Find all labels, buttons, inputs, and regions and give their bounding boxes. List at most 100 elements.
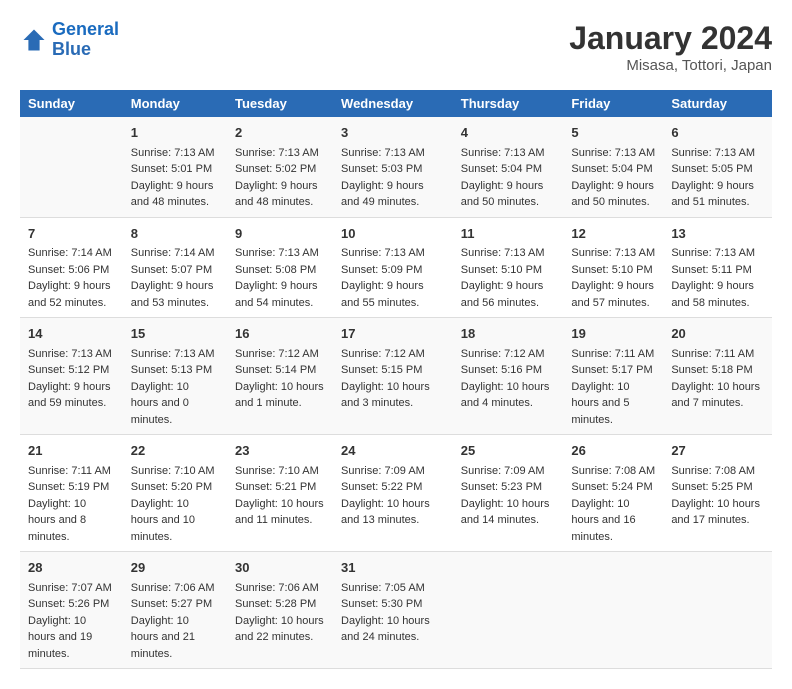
sunset-text: Sunset: 5:10 PM <box>571 262 655 279</box>
cell-w3-d3: 16Sunrise: 7:12 AMSunset: 5:14 PMDayligh… <box>227 318 333 435</box>
day-number: 18 <box>461 324 556 344</box>
day-number: 26 <box>571 441 655 461</box>
daylight-text: Daylight: 10 hours and 21 minutes. <box>131 613 219 663</box>
logo: General Blue <box>20 20 119 60</box>
sunset-text: Sunset: 5:01 PM <box>131 161 219 178</box>
daylight-text: Daylight: 10 hours and 14 minutes. <box>461 496 556 529</box>
calendar-title: January 2024 <box>569 20 772 57</box>
sunset-text: Sunset: 5:09 PM <box>341 262 445 279</box>
cell-w3-d7: 20 Sunrise: 7:11 AMSunset: 5:18 PMDayligh… <box>663 318 772 435</box>
daylight-text: Daylight: 10 hours and 17 minutes. <box>671 496 764 529</box>
daylight-text: Daylight: 10 hours and 22 minutes. <box>235 613 325 646</box>
sunrise-text: Sunrise: 7:06 AM <box>131 580 219 597</box>
sunset-text: Sunset: 5:06 PM <box>28 262 115 279</box>
calendar-header: Sunday Monday Tuesday Wednesday Thursday… <box>20 90 772 117</box>
sunrise-text: Sunrise: 7:11 AM <box>671 346 764 363</box>
sunset-text: Sunset: 5:16 PM <box>461 362 556 379</box>
sunrise-text: Sunrise: 7:14 AM <box>28 245 115 262</box>
cell-w3-d2: 15Sunrise: 7:13 AMSunset: 5:13 PMDayligh… <box>123 318 227 435</box>
daylight-text: Daylight: 9 hours and 59 minutes. <box>28 379 115 412</box>
daylight-text: Daylight: 9 hours and 58 minutes. <box>671 278 764 311</box>
sunset-text: Sunset: 5:25 PM <box>671 479 764 496</box>
day-number: 20 <box>671 324 764 344</box>
daylight-text: Daylight: 10 hours and 24 minutes. <box>341 613 445 646</box>
header: General Blue January 2024 Misasa, Tottor… <box>20 20 772 74</box>
daylight-text: Daylight: 10 hours and 11 minutes. <box>235 496 325 529</box>
sunrise-text: Sunrise: 7:08 AM <box>571 463 655 480</box>
sunrise-text: Sunrise: 7:05 AM <box>341 580 445 597</box>
sunrise-text: Sunrise: 7:13 AM <box>571 245 655 262</box>
sunset-text: Sunset: 5:04 PM <box>461 161 556 178</box>
daylight-text: Daylight: 9 hours and 48 minutes. <box>235 178 325 211</box>
sunset-text: Sunset: 5:27 PM <box>131 596 219 613</box>
cell-w1-d6: 5Sunrise: 7:13 AMSunset: 5:04 PMDaylight… <box>563 117 663 217</box>
cell-w1-d7: 6Sunrise: 7:13 AMSunset: 5:05 PMDaylight… <box>663 117 772 217</box>
day-number: 3 <box>341 123 445 143</box>
day-number: 16 <box>235 324 325 344</box>
sunrise-text: Sunrise: 7:13 AM <box>235 245 325 262</box>
sunset-text: Sunset: 5:20 PM <box>131 479 219 496</box>
sunset-text: Sunset: 5:21 PM <box>235 479 325 496</box>
sunrise-text: Sunrise: 7:13 AM <box>571 145 655 162</box>
sunrise-text: Sunrise: 7:13 AM <box>461 145 556 162</box>
week-row-3: 14Sunrise: 7:13 AMSunset: 5:12 PMDayligh… <box>20 318 772 435</box>
logo-icon <box>20 26 48 54</box>
day-number: 24 <box>341 441 445 461</box>
header-sunday: Sunday <box>20 90 123 117</box>
cell-w5-d1: 28Sunrise: 7:07 AMSunset: 5:26 PMDayligh… <box>20 552 123 669</box>
sunrise-text: Sunrise: 7:12 AM <box>235 346 325 363</box>
sunrise-text: Sunrise: 7:09 AM <box>461 463 556 480</box>
cell-w1-d2: 1Sunrise: 7:13 AMSunset: 5:01 PMDaylight… <box>123 117 227 217</box>
cell-w4-d5: 25Sunrise: 7:09 AMSunset: 5:23 PMDayligh… <box>453 435 564 552</box>
sunset-text: Sunset: 5:10 PM <box>461 262 556 279</box>
daylight-text: Daylight: 10 hours and 19 minutes. <box>28 613 115 663</box>
cell-w2-d2: 8Sunrise: 7:14 AMSunset: 5:07 PMDaylight… <box>123 217 227 318</box>
cell-w3-d4: 17Sunrise: 7:12 AMSunset: 5:15 PMDayligh… <box>333 318 453 435</box>
days-header-row: Sunday Monday Tuesday Wednesday Thursday… <box>20 90 772 117</box>
day-number: 9 <box>235 224 325 244</box>
cell-w2-d5: 11Sunrise: 7:13 AMSunset: 5:10 PMDayligh… <box>453 217 564 318</box>
sunset-text: Sunset: 5:30 PM <box>341 596 445 613</box>
calendar-body: 1Sunrise: 7:13 AMSunset: 5:01 PMDaylight… <box>20 117 772 669</box>
sunset-text: Sunset: 5:12 PM <box>28 362 115 379</box>
sunset-text: Sunset: 5:24 PM <box>571 479 655 496</box>
sunrise-text: Sunrise: 7:10 AM <box>131 463 219 480</box>
sunset-text: Sunset: 5:02 PM <box>235 161 325 178</box>
daylight-text: Daylight: 10 hours and 13 minutes. <box>341 496 445 529</box>
cell-w2-d3: 9Sunrise: 7:13 AMSunset: 5:08 PMDaylight… <box>227 217 333 318</box>
sunrise-text: Sunrise: 7:14 AM <box>131 245 219 262</box>
sunrise-text: Sunrise: 7:13 AM <box>28 346 115 363</box>
day-number: 29 <box>131 558 219 578</box>
cell-w1-d4: 3 Sunrise: 7:13 AMSunset: 5:03 PMDaylight… <box>333 117 453 217</box>
day-number: 2 <box>235 123 325 143</box>
day-number: 12 <box>571 224 655 244</box>
sunset-text: Sunset: 5:28 PM <box>235 596 325 613</box>
cell-w2-d6: 12Sunrise: 7:13 AMSunset: 5:10 PMDayligh… <box>563 217 663 318</box>
sunset-text: Sunset: 5:26 PM <box>28 596 115 613</box>
day-number: 4 <box>461 123 556 143</box>
day-number: 27 <box>671 441 764 461</box>
cell-w1-d3: 2Sunrise: 7:13 AMSunset: 5:02 PMDaylight… <box>227 117 333 217</box>
calendar-table: Sunday Monday Tuesday Wednesday Thursday… <box>20 90 772 669</box>
sunrise-text: Sunrise: 7:11 AM <box>28 463 115 480</box>
day-number: 25 <box>461 441 556 461</box>
title-block: January 2024 Misasa, Tottori, Japan <box>569 20 772 74</box>
sunrise-text: Sunrise: 7:07 AM <box>28 580 115 597</box>
sunset-text: Sunset: 5:03 PM <box>341 161 445 178</box>
daylight-text: Daylight: 10 hours and 0 minutes. <box>131 379 219 429</box>
daylight-text: Daylight: 9 hours and 50 minutes. <box>571 178 655 211</box>
sunrise-text: Sunrise: 7:13 AM <box>341 145 445 162</box>
daylight-text: Daylight: 10 hours and 7 minutes. <box>671 379 764 412</box>
sunset-text: Sunset: 5:08 PM <box>235 262 325 279</box>
sunrise-text: Sunrise: 7:13 AM <box>131 145 219 162</box>
day-number: 22 <box>131 441 219 461</box>
sunset-text: Sunset: 5:18 PM <box>671 362 764 379</box>
day-number: 19 <box>571 324 655 344</box>
daylight-text: Daylight: 9 hours and 50 minutes. <box>461 178 556 211</box>
day-number: 15 <box>131 324 219 344</box>
cell-w4-d4: 24Sunrise: 7:09 AMSunset: 5:22 PMDayligh… <box>333 435 453 552</box>
daylight-text: Daylight: 9 hours and 49 minutes. <box>341 178 445 211</box>
cell-w4-d3: 23Sunrise: 7:10 AMSunset: 5:21 PMDayligh… <box>227 435 333 552</box>
daylight-text: Daylight: 9 hours and 52 minutes. <box>28 278 115 311</box>
sunset-text: Sunset: 5:04 PM <box>571 161 655 178</box>
